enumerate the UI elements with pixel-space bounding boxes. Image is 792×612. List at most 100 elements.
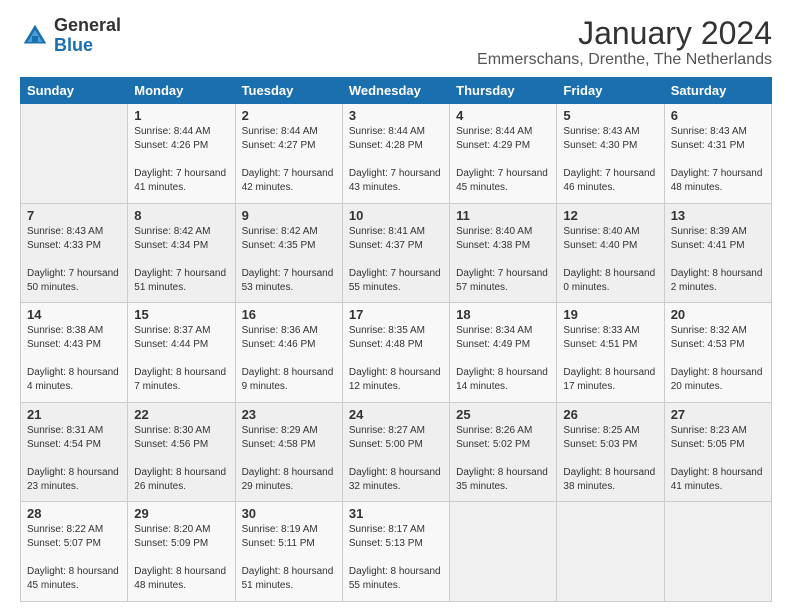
calendar-cell: 11 Sunrise: 8:40 AMSunset: 4:38 PMDayligh… xyxy=(450,203,557,303)
day-number: 17 xyxy=(349,307,443,322)
calendar-cell: 2Sunrise: 8:44 AMSunset: 4:27 PMDaylight… xyxy=(235,104,342,204)
calendar-cell: 18Sunrise: 8:34 AMSunset: 4:49 PMDayligh… xyxy=(450,303,557,403)
day-number: 19 xyxy=(563,307,657,322)
day-header: Monday xyxy=(128,78,235,104)
day-number: 30 xyxy=(242,506,336,521)
calendar-week-row: 21Sunrise: 8:31 AMSunset: 4:54 PMDayligh… xyxy=(21,402,772,502)
day-info: Sunrise: 8:38 AMSunset: 4:43 PMDaylight:… xyxy=(27,324,121,394)
calendar-cell: 26 Sunrise: 8:25 AMSunset: 5:03 PMDayligh… xyxy=(557,402,664,502)
calendar-cell: 25Sunrise: 8:26 AMSunset: 5:02 PMDayligh… xyxy=(450,402,557,502)
calendar-cell: 4Sunrise: 8:44 AMSunset: 4:29 PMDaylight… xyxy=(450,104,557,204)
day-info: Sunrise: 8:23 AMSunset: 5:05 PMDaylight:… xyxy=(671,424,765,494)
calendar-cell: 10Sunrise: 8:41 AMSunset: 4:37 PMDayligh… xyxy=(342,203,449,303)
day-info: Sunrise: 8:33 AMSunset: 4:51 PMDaylight:… xyxy=(563,324,657,394)
calendar-cell: 22Sunrise: 8:30 AMSunset: 4:56 PMDayligh… xyxy=(128,402,235,502)
day-info: Sunrise: 8:31 AMSunset: 4:54 PMDaylight:… xyxy=(27,424,121,494)
day-number: 1 xyxy=(134,108,228,123)
calendar-cell xyxy=(557,502,664,602)
day-header: Friday xyxy=(557,78,664,104)
day-header: Tuesday xyxy=(235,78,342,104)
calendar-header-row: SundayMondayTuesdayWednesdayThursdayFrid… xyxy=(21,78,772,104)
day-info: Sunrise: 8:27 AMSunset: 5:00 PMDaylight:… xyxy=(349,424,443,494)
day-info: Sunrise: 8:17 AMSunset: 5:13 PMDaylight:… xyxy=(349,523,443,593)
calendar-cell: 24 Sunrise: 8:27 AMSunset: 5:00 PMDayligh… xyxy=(342,402,449,502)
day-info: Sunrise: 8:20 AMSunset: 5:09 PMDaylight:… xyxy=(134,523,228,593)
calendar-cell: 7 Sunrise: 8:43 AMSunset: 4:33 PMDaylight… xyxy=(21,203,128,303)
day-info: Sunrise: 8:32 AMSunset: 4:53 PMDaylight:… xyxy=(671,324,765,394)
calendar-cell: 16Sunrise: 8:36 AMSunset: 4:46 PMDayligh… xyxy=(235,303,342,403)
calendar-week-row: 28 Sunrise: 8:22 AMSunset: 5:07 PMDayligh… xyxy=(21,502,772,602)
calendar-cell: 13Sunrise: 8:39 AMSunset: 4:41 PMDayligh… xyxy=(664,203,771,303)
day-header: Saturday xyxy=(664,78,771,104)
logo: General Blue xyxy=(20,16,121,56)
day-number: 11 xyxy=(456,208,550,223)
day-info: Sunrise: 8:29 AMSunset: 4:58 PMDaylight:… xyxy=(242,424,336,494)
day-info: Sunrise: 8:44 AMSunset: 4:28 PMDaylight:… xyxy=(349,125,443,195)
day-header: Wednesday xyxy=(342,78,449,104)
day-header: Thursday xyxy=(450,78,557,104)
calendar-week-row: 7 Sunrise: 8:43 AMSunset: 4:33 PMDaylight… xyxy=(21,203,772,303)
calendar-cell: 31 Sunrise: 8:17 AMSunset: 5:13 PMDayligh… xyxy=(342,502,449,602)
calendar-cell: 23 Sunrise: 8:29 AMSunset: 4:58 PMDayligh… xyxy=(235,402,342,502)
day-number: 8 xyxy=(134,208,228,223)
day-number: 26 xyxy=(563,407,657,422)
day-number: 15 xyxy=(134,307,228,322)
logo-icon xyxy=(20,21,50,51)
calendar-cell: 30 Sunrise: 8:19 AMSunset: 5:11 PMDayligh… xyxy=(235,502,342,602)
calendar-cell: 29Sunrise: 8:20 AMSunset: 5:09 PMDayligh… xyxy=(128,502,235,602)
day-info: Sunrise: 8:35 AMSunset: 4:48 PMDaylight:… xyxy=(349,324,443,394)
day-info: Sunrise: 8:39 AMSunset: 4:41 PMDaylight:… xyxy=(671,225,765,295)
day-number: 12 xyxy=(563,208,657,223)
day-info: Sunrise: 8:34 AMSunset: 4:49 PMDaylight:… xyxy=(456,324,550,394)
day-number: 24 xyxy=(349,407,443,422)
day-number: 23 xyxy=(242,407,336,422)
day-info: Sunrise: 8:42 AMSunset: 4:34 PMDaylight:… xyxy=(134,225,228,295)
day-info: Sunrise: 8:40 AMSunset: 4:40 PMDaylight:… xyxy=(563,225,657,295)
calendar-cell: 8 Sunrise: 8:42 AMSunset: 4:34 PMDaylight… xyxy=(128,203,235,303)
day-number: 3 xyxy=(349,108,443,123)
page: General Blue January 2024 Emmerschans, D… xyxy=(0,0,792,612)
day-number: 7 xyxy=(27,208,121,223)
calendar-cell xyxy=(21,104,128,204)
day-number: 16 xyxy=(242,307,336,322)
logo-text: General Blue xyxy=(54,16,121,56)
logo-general: General xyxy=(54,16,121,36)
day-number: 9 xyxy=(242,208,336,223)
day-info: Sunrise: 8:43 AMSunset: 4:30 PMDaylight:… xyxy=(563,125,657,195)
day-number: 27 xyxy=(671,407,765,422)
day-info: Sunrise: 8:43 AMSunset: 4:33 PMDaylight:… xyxy=(27,225,121,295)
day-info: Sunrise: 8:43 AMSunset: 4:31 PMDaylight:… xyxy=(671,125,765,195)
calendar-cell: 15Sunrise: 8:37 AMSunset: 4:44 PMDayligh… xyxy=(128,303,235,403)
subtitle: Emmerschans, Drenthe, The Netherlands xyxy=(477,51,772,69)
day-info: Sunrise: 8:30 AMSunset: 4:56 PMDaylight:… xyxy=(134,424,228,494)
day-header: Sunday xyxy=(21,78,128,104)
day-number: 4 xyxy=(456,108,550,123)
logo-blue: Blue xyxy=(54,36,121,56)
calendar-cell: 28 Sunrise: 8:22 AMSunset: 5:07 PMDayligh… xyxy=(21,502,128,602)
calendar: SundayMondayTuesdayWednesdayThursdayFrid… xyxy=(20,77,772,602)
calendar-cell: 19 Sunrise: 8:33 AMSunset: 4:51 PMDayligh… xyxy=(557,303,664,403)
main-title: January 2024 xyxy=(477,16,772,51)
calendar-week-row: 1 Sunrise: 8:44 AMSunset: 4:26 PMDaylight… xyxy=(21,104,772,204)
calendar-cell: 5Sunrise: 8:43 AMSunset: 4:30 PMDaylight… xyxy=(557,104,664,204)
day-info: Sunrise: 8:44 AMSunset: 4:27 PMDaylight:… xyxy=(242,125,336,195)
calendar-cell: 21Sunrise: 8:31 AMSunset: 4:54 PMDayligh… xyxy=(21,402,128,502)
calendar-cell: 6 Sunrise: 8:43 AMSunset: 4:31 PMDaylight… xyxy=(664,104,771,204)
calendar-cell: 14Sunrise: 8:38 AMSunset: 4:43 PMDayligh… xyxy=(21,303,128,403)
calendar-cell: 20 Sunrise: 8:32 AMSunset: 4:53 PMDayligh… xyxy=(664,303,771,403)
day-info: Sunrise: 8:25 AMSunset: 5:03 PMDaylight:… xyxy=(563,424,657,494)
calendar-cell: 9 Sunrise: 8:42 AMSunset: 4:35 PMDaylight… xyxy=(235,203,342,303)
day-info: Sunrise: 8:22 AMSunset: 5:07 PMDaylight:… xyxy=(27,523,121,593)
day-info: Sunrise: 8:42 AMSunset: 4:35 PMDaylight:… xyxy=(242,225,336,295)
day-info: Sunrise: 8:44 AMSunset: 4:26 PMDaylight:… xyxy=(134,125,228,195)
day-info: Sunrise: 8:40 AMSunset: 4:38 PMDaylight:… xyxy=(456,225,550,295)
calendar-cell: 1 Sunrise: 8:44 AMSunset: 4:26 PMDaylight… xyxy=(128,104,235,204)
day-info: Sunrise: 8:19 AMSunset: 5:11 PMDaylight:… xyxy=(242,523,336,593)
calendar-cell: 3 Sunrise: 8:44 AMSunset: 4:28 PMDaylight… xyxy=(342,104,449,204)
day-number: 6 xyxy=(671,108,765,123)
day-number: 28 xyxy=(27,506,121,521)
calendar-cell xyxy=(450,502,557,602)
day-info: Sunrise: 8:41 AMSunset: 4:37 PMDaylight:… xyxy=(349,225,443,295)
day-number: 31 xyxy=(349,506,443,521)
day-number: 20 xyxy=(671,307,765,322)
